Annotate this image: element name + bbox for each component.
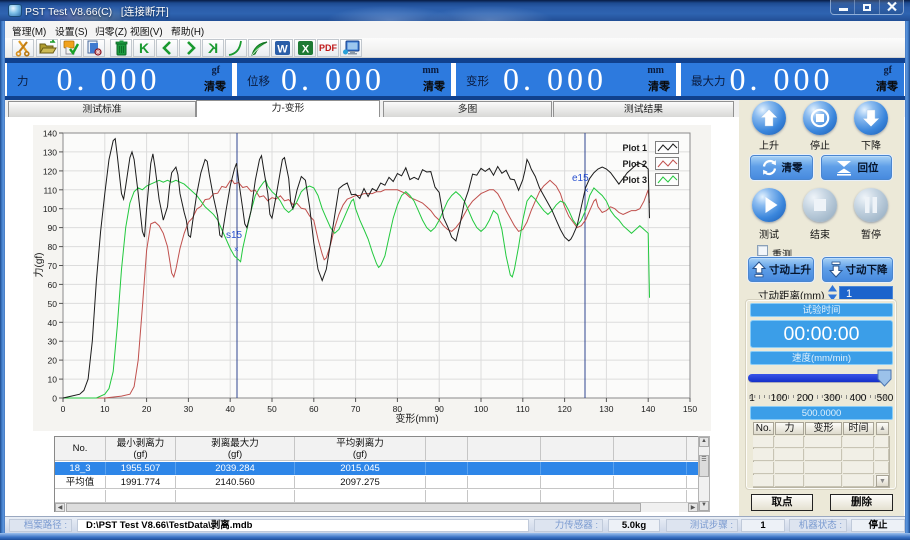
svg-text:×: ×	[234, 245, 239, 254]
svg-text:20: 20	[48, 356, 58, 366]
svg-text:0: 0	[61, 404, 66, 414]
svg-text:140: 140	[43, 129, 57, 139]
svg-text:20: 20	[142, 404, 152, 414]
svg-text:120: 120	[43, 166, 57, 176]
svg-text:Plot 3: Plot 3	[622, 175, 647, 185]
svg-text:110: 110	[516, 404, 530, 414]
svg-text:50: 50	[267, 404, 277, 414]
svg-text:90: 90	[434, 404, 444, 414]
svg-text:W: W	[277, 44, 288, 56]
svg-text:10: 10	[100, 404, 110, 414]
svg-text:10: 10	[48, 375, 58, 385]
svg-text:40: 40	[225, 404, 235, 414]
svg-text:变形(mm): 变形(mm)	[395, 412, 438, 425]
svg-text:70: 70	[48, 261, 58, 271]
svg-text:Plot 1: Plot 1	[622, 143, 647, 153]
svg-text:100: 100	[43, 204, 57, 214]
svg-text:60: 60	[309, 404, 319, 414]
svg-text:X: X	[301, 44, 309, 56]
svg-text:110: 110	[43, 185, 57, 195]
svg-text:120: 120	[558, 404, 572, 414]
svg-text:s15: s15	[226, 230, 243, 241]
svg-text:80: 80	[393, 404, 403, 414]
svg-text:50: 50	[48, 299, 58, 309]
svg-text:130: 130	[599, 404, 613, 414]
svg-text:90: 90	[48, 223, 58, 233]
svg-text:130: 130	[43, 147, 57, 157]
svg-text:70: 70	[351, 404, 361, 414]
svg-text:100: 100	[474, 404, 488, 414]
svg-text:Plot 2: Plot 2	[622, 159, 647, 169]
svg-text:0: 0	[52, 394, 57, 404]
svg-text:40: 40	[48, 318, 58, 328]
svg-text:30: 30	[48, 337, 58, 347]
svg-text:150: 150	[683, 404, 697, 414]
svg-text:140: 140	[641, 404, 655, 414]
svg-text:30: 30	[184, 404, 194, 414]
svg-text:60: 60	[48, 280, 58, 290]
svg-text:e15: e15	[572, 173, 589, 184]
svg-text:80: 80	[48, 242, 58, 252]
svg-text:力(gf): 力(gf)	[33, 253, 45, 278]
